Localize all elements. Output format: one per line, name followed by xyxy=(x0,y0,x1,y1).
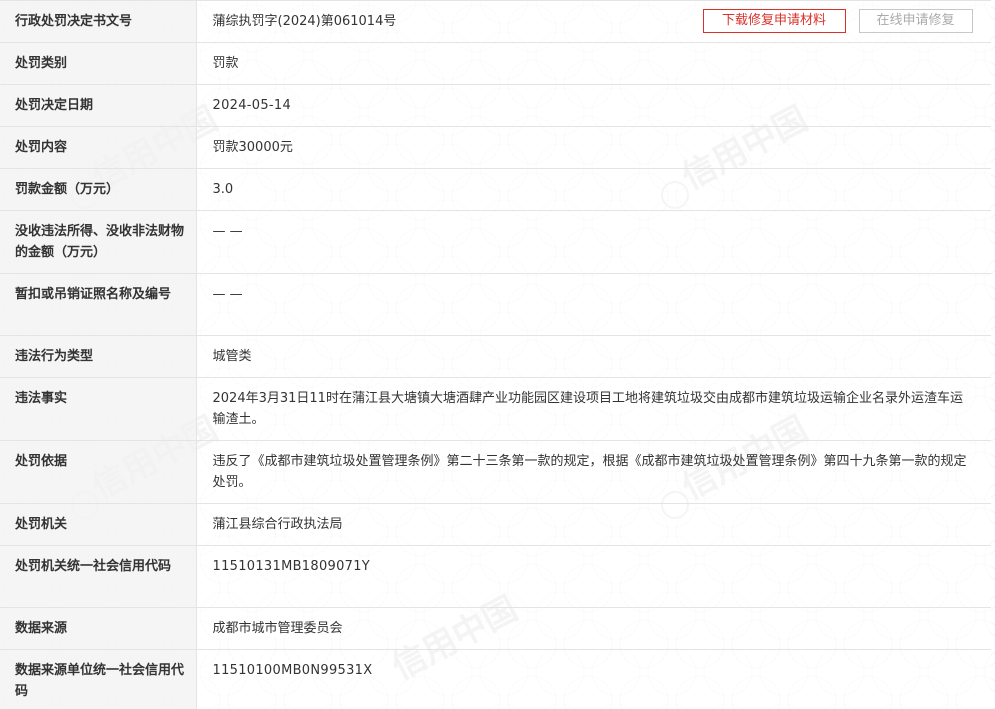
row-value-penalty-basis: 违反了《成都市建筑垃圾处置管理条例》第二十三条第一款的规定，根据《成都市建筑垃圾… xyxy=(196,440,991,504)
row-value-source-credit-code: 11510100MB0N99531X xyxy=(196,649,991,709)
row-value-license-revocation: — — xyxy=(196,273,991,336)
row-value-confiscation-amount: — — xyxy=(196,210,991,274)
table-row: 没收违法所得、没收非法财物的金额（万元） — — xyxy=(0,210,991,274)
row-value-penalty-content: 罚款30000元 xyxy=(196,126,991,169)
online-repair-application-button[interactable]: 在线申请修复 xyxy=(858,9,973,33)
table-row: 罚款金额（万元） 3.0 xyxy=(0,168,991,211)
row-value-violation-type: 城管类 xyxy=(196,335,991,378)
row-label-penalty-authority: 处罚机关 xyxy=(0,503,197,546)
table-row: 暂扣或吊销证照名称及编号 — — xyxy=(0,273,991,336)
table-row: 数据来源 成都市城市管理委员会 xyxy=(0,607,991,650)
row-value-data-source: 成都市城市管理委员会 xyxy=(196,607,991,650)
penalty-detail-table: 行政处罚决定书文号 蒲综执罚字(2024)第061014号 下载修复申请材料 在… xyxy=(0,0,991,709)
row-value-penalty-authority: 蒲江县综合行政执法局 xyxy=(196,503,991,546)
table-row: 处罚类别 罚款 xyxy=(0,42,991,85)
download-repair-materials-button[interactable]: 下载修复申请材料 xyxy=(702,9,846,33)
row-label-penalty-content: 处罚内容 xyxy=(0,126,197,169)
table-row: 处罚内容 罚款30000元 xyxy=(0,126,991,169)
table-row: 数据来源单位统一社会信用代码 11510100MB0N99531X xyxy=(0,649,991,709)
table-row: 行政处罚决定书文号 蒲综执罚字(2024)第061014号 下载修复申请材料 在… xyxy=(0,0,991,43)
row-label-fine-amount: 罚款金额（万元） xyxy=(0,168,197,211)
credit-penalty-detail-page: 信用中国 信用中国 信用中国 信用中国 信用中国 行政处罚决定书文号 蒲综执罚字… xyxy=(0,0,995,709)
table-row: 处罚依据 违反了《成都市建筑垃圾处置管理条例》第二十三条第一款的规定，根据《成都… xyxy=(0,440,991,504)
row-value-document-number: 蒲综执罚字(2024)第061014号 下载修复申请材料 在线申请修复 xyxy=(196,0,991,43)
row-label-document-number: 行政处罚决定书文号 xyxy=(0,0,197,43)
row-label-violation-facts: 违法事实 xyxy=(0,377,197,441)
row-label-penalty-basis: 处罚依据 xyxy=(0,440,197,504)
row-value-fine-amount: 3.0 xyxy=(196,168,991,211)
table-row: 处罚机关 蒲江县综合行政执法局 xyxy=(0,503,991,546)
row-label-license-revocation: 暂扣或吊销证照名称及编号 xyxy=(0,273,197,336)
row-label-source-credit-code: 数据来源单位统一社会信用代码 xyxy=(0,649,197,709)
row-value-authority-credit-code: 11510131MB1809071Y xyxy=(196,545,991,608)
row-value-decision-date: 2024-05-14 xyxy=(196,84,991,127)
table-row: 违法行为类型 城管类 xyxy=(0,335,991,378)
row-label-decision-date: 处罚决定日期 xyxy=(0,84,197,127)
document-number-text: 蒲综执罚字(2024)第061014号 xyxy=(212,14,397,29)
row-label-penalty-category: 处罚类别 xyxy=(0,42,197,85)
row-label-data-source: 数据来源 xyxy=(0,607,197,650)
row-label-authority-credit-code: 处罚机关统一社会信用代码 xyxy=(0,545,197,608)
row-value-penalty-category: 罚款 xyxy=(196,42,991,85)
table-row: 处罚机关统一社会信用代码 11510131MB1809071Y xyxy=(0,545,991,608)
table-row: 处罚决定日期 2024-05-14 xyxy=(0,84,991,127)
row-value-violation-facts: 2024年3月31日11时在蒲江县大塘镇大塘酒肆产业功能园区建设项目工地将建筑垃… xyxy=(196,377,991,441)
table-row: 违法事实 2024年3月31日11时在蒲江县大塘镇大塘酒肆产业功能园区建设项目工… xyxy=(0,377,991,441)
row-label-confiscation-amount: 没收违法所得、没收非法财物的金额（万元） xyxy=(0,210,197,274)
row-label-violation-type: 违法行为类型 xyxy=(0,335,197,378)
